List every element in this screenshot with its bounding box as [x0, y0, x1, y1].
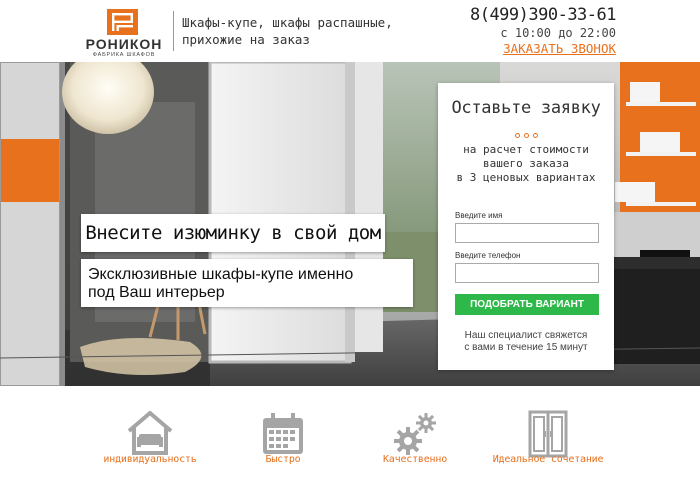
feature-label: Идеальное сочетание	[492, 454, 604, 465]
feature-quality: Качественно	[345, 386, 485, 497]
feature-label: Качественно	[382, 454, 448, 465]
submit-button[interactable]: ПОДОБРАТЬ ВАРИАНТ	[455, 294, 599, 315]
callback-link[interactable]: ЗАКАЗАТЬ ЗВОНОК	[503, 41, 616, 56]
request-form: Оставьте заявку на расчет стоимости ваше…	[438, 83, 614, 370]
header: РОНИКОН ФАБРИКА ШКАФОВ Шкафы-купе, шкафы…	[0, 0, 700, 62]
phone-label: Введите телефон	[455, 251, 521, 260]
feature-label: индивидуальность	[103, 454, 197, 465]
form-desc-line1: на расчет стоимости	[463, 143, 589, 156]
tagline-line2: прихожие на заказ	[182, 32, 310, 47]
work-hours: с 10:00 до 22:00	[500, 26, 616, 40]
feature-fast: Быстро	[213, 386, 353, 497]
tagline-line1: Шкафы-купе, шкафы распашные,	[182, 15, 393, 30]
form-desc-line3: в 3 ценовых вариантах	[456, 171, 596, 184]
form-note-line2: с вами в течение 15 минут	[464, 342, 588, 353]
header-divider	[173, 11, 174, 51]
form-dots-decoration	[438, 123, 614, 142]
logo-name: РОНИКОН	[85, 36, 163, 52]
logo[interactable]: РОНИКОН ФАБРИКА ШКАФОВ	[82, 9, 166, 58]
feature-individuality: индивидуальность	[80, 386, 220, 497]
phone-number[interactable]: 8(499)390-33-61	[470, 5, 617, 25]
hero-subtitle-line2: под Ваш интерьер	[88, 284, 225, 301]
form-desc-line2: вашего заказа	[482, 157, 570, 170]
hero-subtitle: Эксклюзивные шкафы-купе именно под Ваш и…	[81, 259, 413, 307]
feature-perfect-match: Идеальное сочетание	[478, 386, 618, 497]
hero-subtitle-line1: Эксклюзивные шкафы-купе именно	[88, 266, 354, 283]
form-note: Наш специалист свяжется с вами в течение…	[438, 330, 614, 354]
feature-label: Быстро	[265, 454, 301, 465]
name-label: Введите имя	[455, 211, 503, 220]
logo-subtitle: ФАБРИКА ШКАФОВ	[92, 52, 156, 58]
logo-mark-icon	[107, 9, 138, 35]
house-sofa-icon	[127, 411, 173, 455]
form-description: на расчет стоимости вашего заказа в 3 це…	[438, 143, 614, 185]
phone-input[interactable]	[455, 263, 599, 283]
calendar-icon	[263, 413, 303, 454]
features-row: индивидуальность Быстро Качественно Идеа…	[0, 386, 700, 497]
form-title: Оставьте заявку	[451, 98, 601, 118]
hero-title: Внесите изюминку в свой дом	[81, 214, 385, 252]
name-input[interactable]	[455, 223, 599, 243]
form-note-line1: Наш специалист свяжется	[464, 330, 588, 341]
gears-icon	[394, 413, 436, 455]
tagline: Шкафы-купе, шкафы распашные, прихожие на…	[182, 14, 422, 48]
wardrobe-icon	[528, 410, 568, 458]
